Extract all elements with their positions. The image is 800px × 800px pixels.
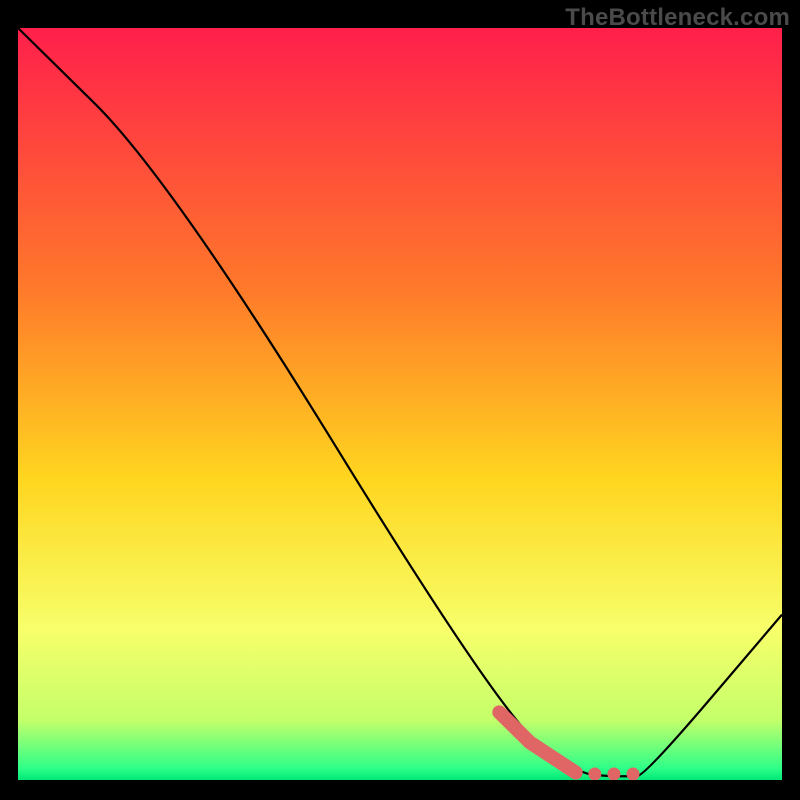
chart-stage: TheBottleneck.com — [0, 0, 800, 800]
chart-plot — [18, 28, 782, 780]
chart-svg — [18, 28, 782, 780]
gradient-background — [18, 28, 782, 780]
